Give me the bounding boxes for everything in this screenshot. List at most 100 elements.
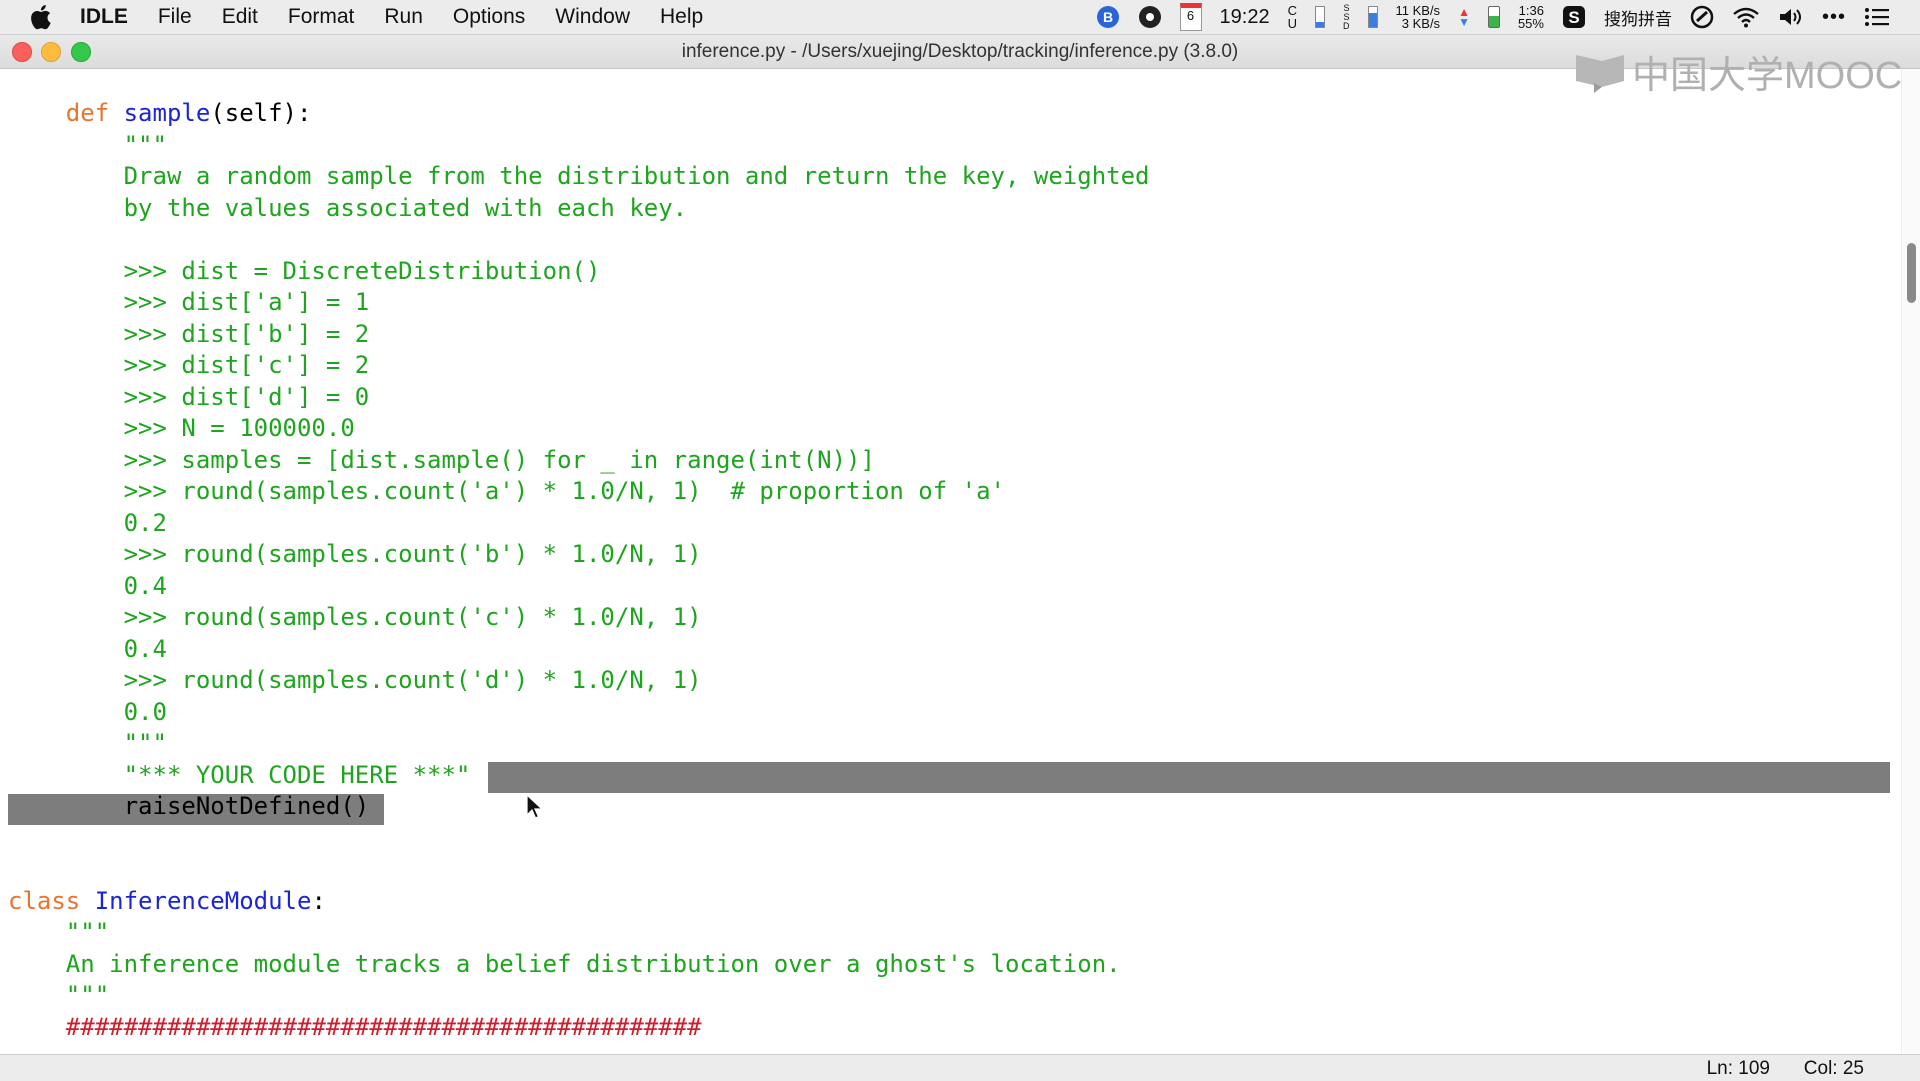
docstring-line: 0.4 — [8, 634, 1150, 666]
menu-window[interactable]: Window — [555, 5, 630, 29]
class-docstring-line: An inference module tracks a belief dist… — [8, 949, 1150, 981]
calendar-icon[interactable]: 6 — [1179, 3, 1202, 31]
docstring-text: >>> dist['b'] = 2 — [123, 319, 370, 348]
code-editor[interactable]: def sample(self): """ Draw a random samp… — [0, 69, 1900, 1054]
menu-format[interactable]: Format — [288, 5, 355, 29]
docstring-text: >>> round(samples.count('c') * 1.0/N, 1) — [123, 603, 702, 631]
docstring-line: >>> dist['c'] = 2 — [8, 350, 1150, 382]
keyword-class: class — [8, 886, 81, 915]
input-method-label[interactable]: 搜狗拼音 — [1604, 5, 1672, 30]
ssd-indicator[interactable]: S S D — [1343, 3, 1350, 31]
code-line: def sample(self): — [8, 98, 1150, 130]
your-code-line: "*** YOUR CODE HERE ***" — [8, 760, 1150, 792]
net-arrows-icon: ▲ ▼ — [1458, 5, 1470, 29]
your-code-string: "*** YOUR CODE HERE ***" — [123, 760, 471, 789]
docstring-close: """ — [8, 728, 1150, 760]
docstring-line: 0.2 — [8, 508, 1150, 540]
volume-icon[interactable] — [1778, 6, 1804, 28]
function-name: sample — [123, 99, 211, 127]
def-params: (self): — [210, 99, 312, 127]
docstring-text: An inference module tracks a belief dist… — [65, 949, 1121, 978]
docstring-line: >>> dist['d'] = 0 — [8, 382, 1150, 414]
keyword-def: def — [65, 99, 110, 127]
docstring-line: >>> round(samples.count('c') * 1.0/N, 1) — [8, 602, 1150, 634]
docstring-quotes: """ — [123, 130, 167, 159]
docstring-line: >>> samples = [dist.sample() for _ in ra… — [8, 445, 1150, 477]
cpu-indicator[interactable]: C U — [1288, 4, 1297, 30]
hash-comment: ########################################… — [65, 1012, 702, 1041]
editor-status-bar: Ln: 109 Col: 25 — [0, 1054, 1920, 1081]
docstring-text: >>> round(samples.count('b') * 1.0/N, 1) — [123, 540, 702, 568]
battery-icon — [1487, 6, 1500, 28]
net-down: 3 KB/s — [1401, 16, 1441, 31]
status-menus: B 6 19:22 C U S S D 11 KB/s 3 KB/s ▲ ▼ 1:… — [1096, 0, 1920, 34]
column-number: Col: 25 — [1803, 1058, 1864, 1079]
menu-options[interactable]: Options — [453, 5, 525, 29]
vertical-scroll-track[interactable] — [1901, 69, 1920, 1054]
docstring-text: >>> dist['d'] = 0 — [123, 382, 370, 411]
apple-icon[interactable] — [30, 4, 52, 30]
clock[interactable]: 19:22 — [1220, 6, 1270, 29]
docstring-line: >>> round(samples.count('a') * 1.0/N, 1)… — [8, 476, 1150, 508]
cpu-bar-icon — [1315, 6, 1325, 28]
docstring-text: >>> round(samples.count('a') * 1.0/N, 1)… — [123, 477, 1005, 505]
docstring-text: 0.4 — [123, 571, 167, 600]
battery-status[interactable]: 1:36 55% — [1518, 4, 1544, 30]
docstring-line: by the values associated with each key. — [8, 193, 1150, 225]
menu-run[interactable]: Run — [384, 5, 423, 29]
notification-center-icon[interactable] — [1864, 7, 1890, 27]
docstring-text: >>> round(samples.count('d') * 1.0/N, 1) — [123, 666, 702, 694]
docstring-quotes: """ — [123, 729, 167, 757]
docstring-text: 0.2 — [123, 508, 167, 537]
docstring-open: """ — [8, 130, 1150, 162]
svg-text:B: B — [1102, 9, 1112, 25]
vertical-scrollbar-thumb[interactable] — [1907, 243, 1916, 303]
docstring-text: 0.4 — [123, 634, 167, 663]
docstring-text: >>> N = 100000.0 — [123, 414, 355, 442]
docstring-line: >>> round(samples.count('d') * 1.0/N, 1) — [8, 665, 1150, 697]
docstring-line: 0.4 — [8, 571, 1150, 603]
docstring-quotes: """ — [65, 981, 110, 1009]
docstring-text: >>> dist = DiscreteDistribution() — [123, 256, 601, 285]
sync-app-icon[interactable] — [1690, 5, 1714, 29]
docstring-line: >>> N = 100000.0 — [8, 413, 1150, 445]
line-number: Ln: 109 — [1706, 1058, 1770, 1079]
sogou-icon[interactable]: S — [1562, 5, 1586, 29]
menu-help[interactable]: Help — [660, 5, 703, 29]
class-line: class InferenceModule: — [8, 886, 1150, 918]
docstring-text: >>> dist['a'] = 1 — [123, 288, 370, 316]
battery-percent: 55% — [1517, 16, 1544, 31]
docstring-line: >>> dist['b'] = 2 — [8, 319, 1150, 351]
menu-edit[interactable]: Edit — [222, 5, 258, 29]
docstring-text: >>> samples = [dist.sample() for _ in ra… — [123, 445, 875, 474]
raise-line: raiseNotDefined() — [8, 791, 1150, 823]
ssd-bar-icon — [1367, 6, 1378, 28]
docstring-line: 0.0 — [8, 697, 1150, 729]
class-docstring-open: """ — [8, 917, 1150, 949]
raise-call: raiseNotDefined() — [123, 792, 370, 820]
network-speed[interactable]: 11 KB/s 3 KB/s — [1396, 4, 1441, 30]
code-text[interactable]: def sample(self): """ Draw a random samp… — [8, 98, 1150, 1043]
docstring-line: >>> dist = DiscreteDistribution() — [8, 256, 1150, 288]
menu-file[interactable]: File — [158, 5, 192, 29]
menu-app-idle[interactable]: IDLE — [80, 5, 128, 29]
wifi-icon[interactable] — [1732, 6, 1760, 28]
comment-line: ########################################… — [8, 1012, 1150, 1044]
docstring-line — [8, 224, 1150, 256]
class-colon: : — [311, 886, 326, 915]
more-icon[interactable]: ••• — [1822, 6, 1846, 29]
docstring-text: >>> dist['c'] = 2 — [123, 351, 370, 379]
class-name: InferenceModule — [94, 886, 312, 915]
pinwheel-app-icon[interactable] — [1138, 5, 1162, 29]
svg-text:S: S — [1568, 8, 1579, 27]
docstring-text: by the values associated with each key. — [123, 193, 688, 222]
docstring-line: >>> round(samples.count('b') * 1.0/N, 1) — [8, 539, 1150, 571]
bluetooth-app-icon[interactable]: B — [1096, 5, 1120, 29]
docstring-line: >>> dist['a'] = 1 — [8, 287, 1150, 319]
docstring-text: 0.0 — [123, 697, 167, 726]
class-docstring-close: """ — [8, 980, 1150, 1012]
docstring-quotes: """ — [65, 918, 110, 946]
docstring-line: Draw a random sample from the distributi… — [8, 161, 1150, 193]
